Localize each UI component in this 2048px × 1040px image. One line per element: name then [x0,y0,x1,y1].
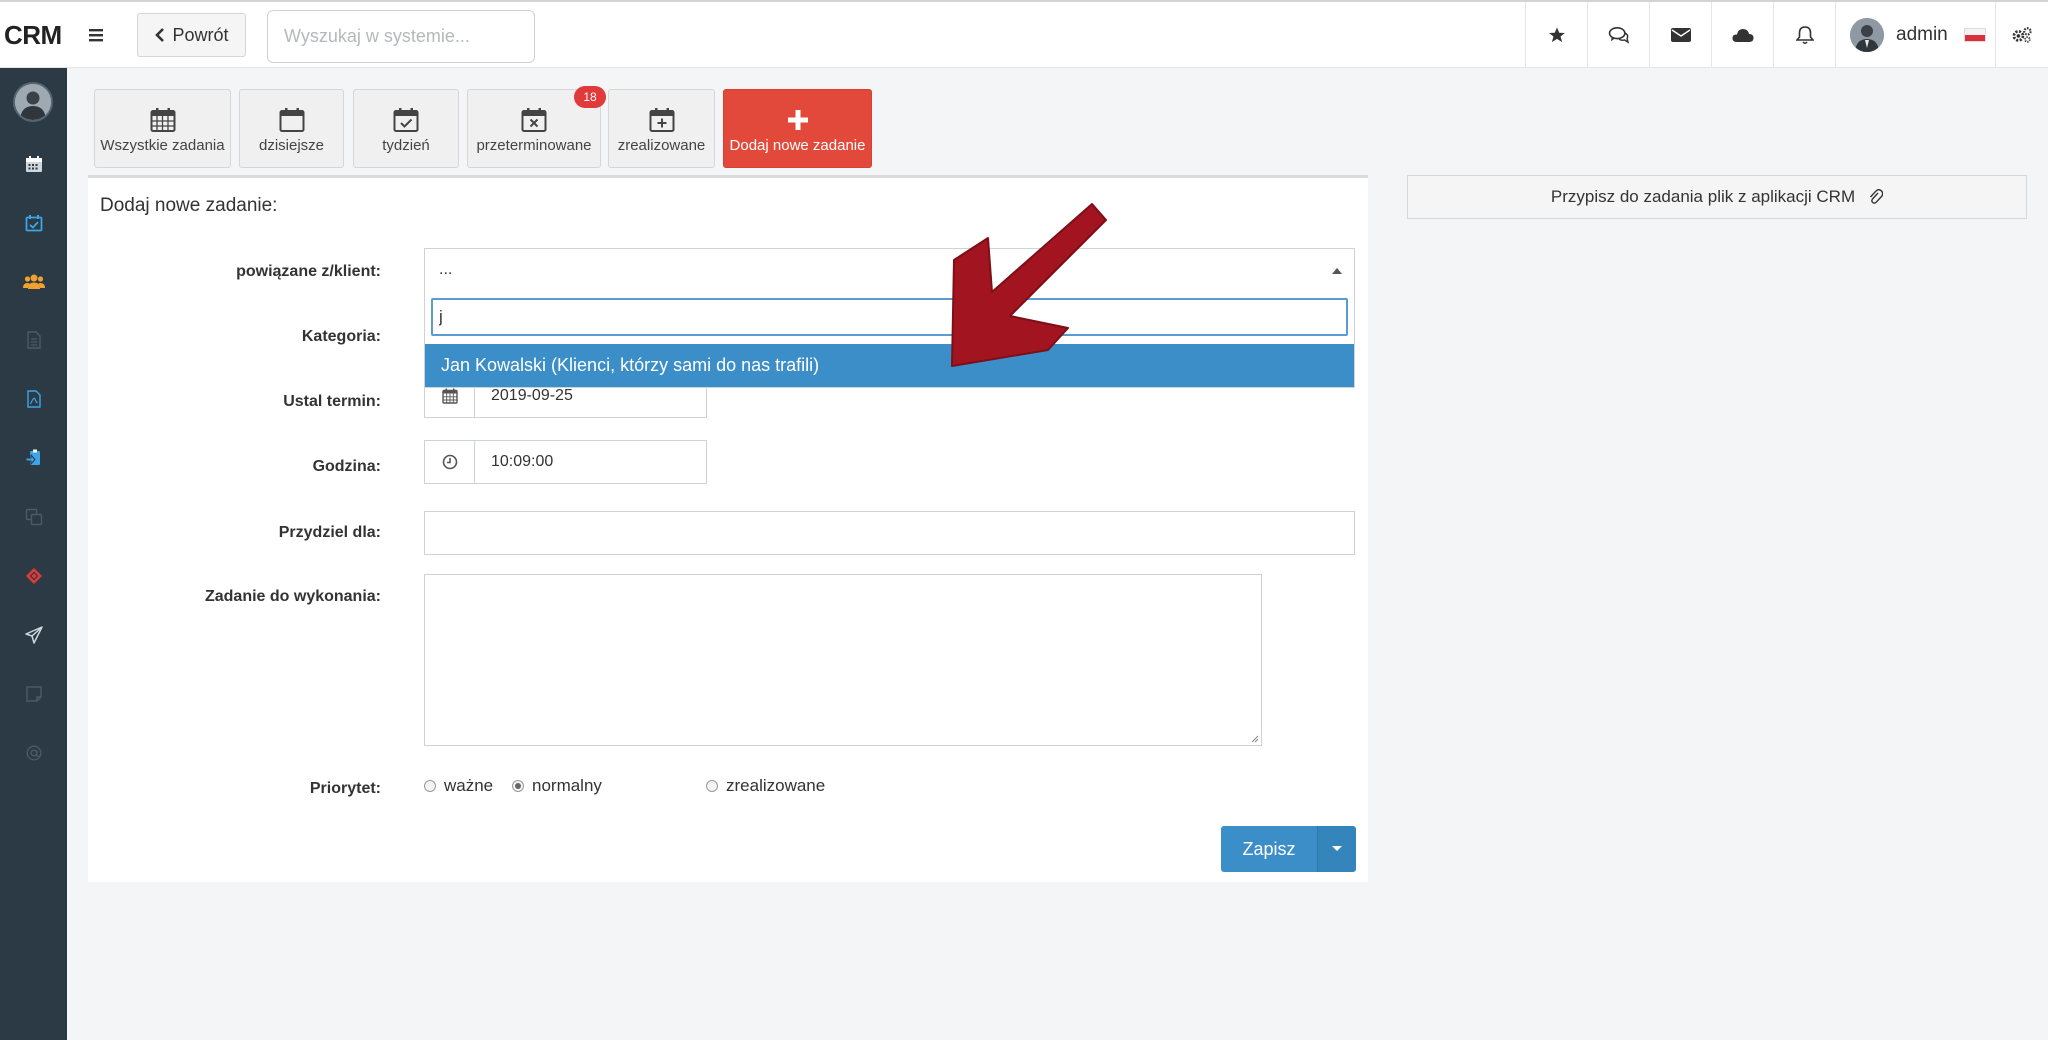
save-button[interactable]: Zapisz [1221,826,1317,872]
brand-logo[interactable]: CRM [4,20,62,51]
cloud-icon[interactable] [1711,2,1773,68]
save-button-group: Zapisz [1221,826,1356,872]
search-input[interactable] [267,10,535,63]
priority-option-normal[interactable]: normalny [512,776,602,796]
clock-icon[interactable] [425,441,475,483]
task-textarea[interactable] [424,574,1262,746]
radio-important[interactable] [424,780,436,792]
radio-normal[interactable] [512,780,524,792]
tab-completed[interactable]: zrealizowane [608,89,715,168]
assign-input[interactable] [424,511,1355,555]
calendar-check-icon[interactable] [0,203,67,243]
form-title: Dodaj nowe zadanie: [100,195,278,216]
attach-file-button[interactable]: Przypisz do zadania plik z aplikacji CRM [1407,175,2027,219]
star-icon[interactable] [1525,2,1587,68]
top-bar: CRM Powrót admin [0,0,2048,68]
sticky-note-icon[interactable] [0,674,67,714]
calendar-grid-icon [150,107,176,133]
users-icon[interactable] [0,261,67,301]
radio-completed[interactable] [706,780,718,792]
priority-label: Priorytet: [309,780,381,797]
sidebar [0,68,67,1040]
task-label: Zadanie do wykonania: [204,588,381,605]
time-label: Godzina: [312,458,381,475]
overdue-count-badge: 18 [574,86,606,108]
calendar-check-icon [393,107,419,133]
bell-icon[interactable] [1773,2,1835,68]
calendar-icon[interactable] [0,144,67,184]
hamburger-menu-icon[interactable] [82,22,108,48]
copy-icon[interactable] [0,497,67,537]
back-button[interactable]: Powrót [137,13,246,57]
resize-handle-icon[interactable] [1249,733,1259,743]
sidebar-avatar[interactable] [13,82,53,122]
calendar-times-icon [521,107,547,133]
tab-label: Dodaj nowe zadanie [729,137,866,154]
client-label: powiązane z/klient: [236,263,381,280]
tab-week[interactable]: tydzień [353,89,459,168]
tab-all-tasks[interactable]: Wszystkie zadania [94,89,231,168]
client-option[interactable]: Jan Kowalski (Klienci, którzy sami do na… [425,344,1354,387]
tab-label: dzisiejsze [258,137,325,154]
save-options-caret-icon[interactable] [1317,826,1356,872]
attach-file-label: Przypisz do zadania plik z aplikacji CRM [1550,187,1856,206]
client-select-value: ... [439,261,453,278]
new-task-form: Dodaj nowe zadanie: powiązane z/klient: … [88,175,1368,882]
at-icon[interactable] [0,733,67,773]
pdf-file-icon[interactable] [0,379,67,419]
tab-label: zrealizowane [617,137,706,154]
client-dropdown: Jan Kowalski (Klienci, którzy sami do na… [424,291,1355,388]
calendar-icon [279,107,305,133]
user-menu[interactable]: admin [1835,2,1995,68]
clipboard-icon[interactable] [0,438,67,478]
paper-plane-icon[interactable] [0,615,67,655]
priority-option-label: normalny [532,776,602,795]
poland-flag-icon [1963,28,1986,42]
file-icon[interactable] [0,320,67,360]
time-input-group[interactable]: 10:09:00 [424,440,707,484]
paperclip-icon [1869,188,1884,206]
top-right-toolbar: admin [1525,2,2048,68]
tab-label: tydzień [382,137,430,154]
tab-label: przeterminowane [476,137,592,154]
tab-add-new-task[interactable]: Dodaj nowe zadanie [723,89,872,168]
comments-icon[interactable] [1587,2,1649,68]
tab-today[interactable]: dzisiejsze [239,89,344,168]
priority-option-completed[interactable]: zrealizowane [706,776,825,796]
priority-option-label: ważne [444,776,494,795]
time-value: 10:09:00 [491,453,554,470]
caret-up-icon [1332,268,1342,274]
priority-option-important[interactable]: ważne [424,776,493,796]
cogs-icon[interactable] [1995,2,2048,68]
priority-option-label: zrealizowane [726,776,826,795]
client-search-input[interactable] [431,298,1348,336]
annotation-arrow [951,203,1107,367]
avatar [1850,18,1884,52]
ticket-icon[interactable] [0,556,67,596]
plus-icon [785,107,811,133]
client-select[interactable]: ... [424,248,1355,292]
tab-overdue[interactable]: 18 przeterminowane [467,86,606,168]
category-label: Kategoria: [301,328,381,345]
back-button-label: Powrót [172,24,229,45]
assign-label: Przydziel dla: [278,524,381,541]
calendar-plus-icon [649,107,675,133]
chevron-left-icon [154,27,166,43]
envelope-icon[interactable] [1649,2,1711,68]
tab-label: Wszystkie zadania [100,137,225,154]
date-label: Ustal termin: [283,393,381,410]
user-name: admin [1896,24,1948,45]
